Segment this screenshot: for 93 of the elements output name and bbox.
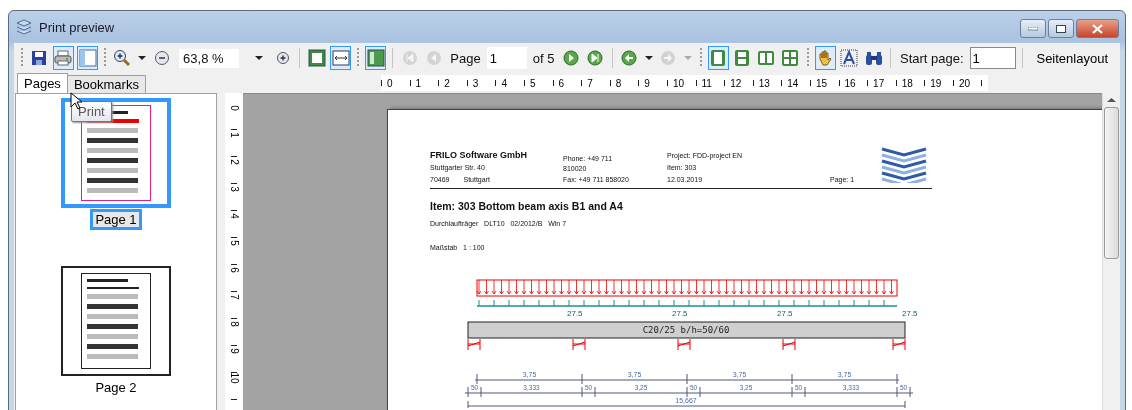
ruler-number: 8	[615, 77, 622, 89]
load-value: 27.5	[902, 309, 918, 318]
minimize-icon	[1028, 26, 1038, 31]
ruler-number: 1	[415, 77, 422, 89]
panel-icon	[78, 49, 97, 67]
ruler-number: 17	[873, 77, 885, 89]
zoom-out-icon	[153, 50, 170, 66]
page-thumbnail[interactable]	[61, 266, 171, 376]
print-button[interactable]	[52, 46, 74, 70]
maximize-button[interactable]	[1048, 19, 1074, 38]
ruler-number: 14	[787, 77, 799, 89]
number-field[interactable]: 1	[969, 47, 1016, 69]
ruler-number: 4	[501, 77, 507, 89]
last-page-icon	[587, 50, 604, 66]
find-icon	[864, 50, 883, 66]
back-icon	[621, 50, 638, 66]
panel-tab[interactable]: Pages	[17, 73, 68, 93]
text-select-icon	[840, 49, 859, 67]
dropdown-arrow[interactable]	[137, 56, 146, 60]
ruler-number: 11	[701, 77, 712, 89]
next-icon	[562, 50, 579, 66]
company-name: FRILO Software GmbH	[430, 149, 528, 162]
previous-icon	[425, 50, 442, 66]
tooltip: Print	[71, 101, 112, 122]
ruler-number: 16	[844, 77, 856, 89]
close-button[interactable]	[1076, 19, 1119, 38]
side-by-side-icon	[757, 49, 776, 67]
single-page-button[interactable]	[707, 46, 729, 70]
ruler-number: 8	[229, 321, 239, 327]
fit-width-button[interactable]	[330, 46, 352, 70]
fit-width-icon	[331, 49, 350, 67]
ruler-number: 13	[758, 77, 770, 89]
fit-page-icon	[307, 49, 326, 67]
ruler-number: 2	[229, 159, 239, 165]
ruler-number: 2	[444, 77, 450, 89]
page-thumbnail[interactable]	[61, 98, 171, 208]
page-label: Page 1	[90, 209, 142, 230]
toolbar-label: Start page:	[899, 50, 965, 66]
zoom-in-icon	[113, 49, 132, 67]
ruler-number: 5	[529, 77, 536, 89]
ruler-number: 15	[815, 77, 828, 89]
two-page-icon	[733, 49, 752, 67]
dropdown-arrow[interactable]	[644, 56, 653, 60]
panel-tab[interactable]: Bookmarks	[66, 75, 146, 93]
ruler-number: 5	[229, 240, 239, 246]
ruler-number: 3	[472, 77, 479, 89]
beam-label: C20/25 b/h=50/60	[642, 325, 730, 335]
first-page-icon	[401, 50, 418, 66]
ruler-number: 12	[730, 77, 742, 89]
page-label: Page 2	[94, 379, 138, 397]
ruler-number: 3	[229, 186, 239, 192]
ruler-number: 1	[229, 132, 239, 138]
ruler-number: 10	[229, 372, 239, 384]
single-page-icon	[709, 49, 728, 67]
sidebar-icon	[366, 49, 385, 67]
ruler-number: 0	[387, 77, 393, 89]
sidebar-button[interactable]	[365, 46, 387, 70]
ruler-number: 9	[644, 77, 650, 89]
ruler-number: 6	[229, 267, 239, 273]
toolbar-label: Page	[449, 50, 482, 66]
ruler-number: 19	[930, 77, 942, 89]
forward-icon	[660, 50, 677, 66]
ruler-number: 4	[229, 213, 239, 219]
panel-button[interactable]	[77, 46, 99, 70]
hand-button[interactable]	[814, 46, 836, 70]
ruler-number: 10	[672, 77, 685, 89]
maximize-icon	[1056, 24, 1066, 33]
scroll-up-icon	[1107, 97, 1116, 103]
stack-icon	[15, 19, 33, 35]
ruler-number: 18	[901, 77, 913, 89]
ruler-number: 9	[229, 348, 239, 354]
layout-button[interactable]: Seitenlayout	[1028, 48, 1117, 68]
scrollbar[interactable]	[1102, 93, 1120, 410]
ruler-number: 20	[958, 77, 970, 89]
four-page-icon	[781, 49, 800, 67]
window-title: Print preview	[39, 19, 115, 35]
scroll-thumb[interactable]	[1104, 107, 1119, 259]
plus-icon	[275, 51, 290, 65]
toolbar-label: of 5	[531, 50, 556, 66]
load-value: 27.5	[672, 309, 688, 318]
item-title: Item: 303 Bottom beam axis B1 and A4	[430, 199, 624, 213]
fit-page-button[interactable]	[306, 46, 328, 70]
ruler-number: 0	[229, 105, 239, 111]
ruler-number: 7	[229, 294, 239, 300]
load-value: 27.5	[567, 309, 583, 318]
ruler-number: 7	[587, 77, 593, 89]
text-select-button[interactable]	[838, 46, 860, 70]
ruler-number: 6	[558, 77, 565, 89]
print-icon	[54, 50, 73, 66]
number-field[interactable]: 1	[486, 47, 527, 69]
load-value: 27.5	[777, 309, 793, 318]
save-icon	[31, 50, 48, 66]
close-icon	[1092, 23, 1103, 34]
